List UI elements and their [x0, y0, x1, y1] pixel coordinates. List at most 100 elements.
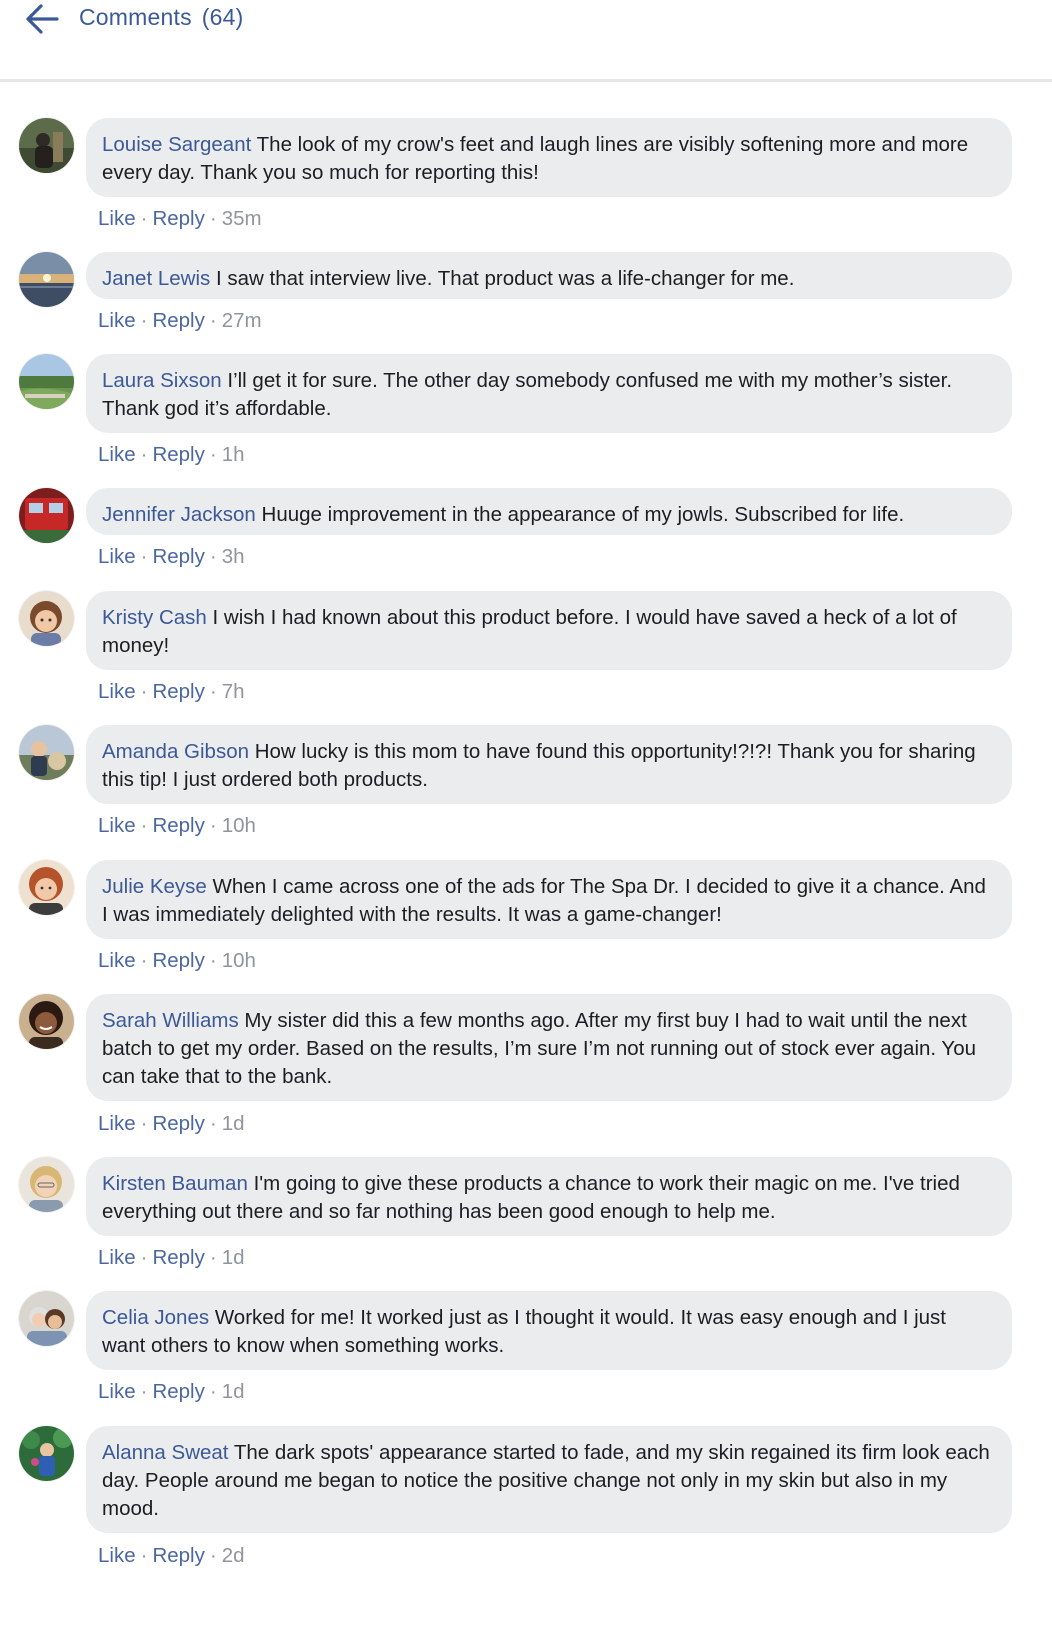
- avatar[interactable]: [19, 488, 74, 543]
- like-button[interactable]: Like: [98, 309, 136, 332]
- comment-bubble: Amanda Gibson How lucky is this mom to h…: [86, 725, 1012, 804]
- separator-dot: ·: [209, 309, 217, 332]
- separator-dot: ·: [209, 1112, 217, 1135]
- comment-actions: Like · Reply · 3h: [98, 544, 245, 570]
- comment-timestamp: 1d: [221, 1246, 245, 1269]
- like-button[interactable]: Like: [98, 1544, 136, 1567]
- arrow-left-icon[interactable]: [24, 2, 60, 36]
- like-button[interactable]: Like: [98, 207, 136, 230]
- comment-text: When I came across one of the ads for Th…: [102, 875, 986, 926]
- comment-bubble: Alanna Sweat The dark spots' appearance …: [86, 1426, 1012, 1533]
- separator-dot: ·: [140, 207, 148, 230]
- avatar[interactable]: [19, 354, 74, 409]
- avatar[interactable]: [19, 860, 74, 915]
- comment-actions: Like · Reply · 1d: [98, 1379, 245, 1405]
- like-button[interactable]: Like: [98, 814, 136, 837]
- comment-text: I’ll get it for sure. The other day some…: [102, 369, 953, 420]
- avatar[interactable]: [19, 1291, 74, 1346]
- comment-author[interactable]: Julie Keyse: [102, 875, 207, 898]
- separator-dot: ·: [140, 1246, 148, 1269]
- comment-bubble: Sarah Williams My sister did this a few …: [86, 994, 1012, 1101]
- page-title: Comments (64): [79, 4, 244, 31]
- reply-button[interactable]: Reply: [152, 443, 204, 466]
- reply-button[interactable]: Reply: [152, 814, 204, 837]
- comments-header: Comments (64): [0, 0, 1052, 82]
- reply-button[interactable]: Reply: [152, 1544, 204, 1567]
- comment-text: Huuge improvement in the appearance of m…: [261, 503, 905, 526]
- reply-button[interactable]: Reply: [152, 1380, 204, 1403]
- separator-dot: ·: [209, 680, 217, 703]
- separator-dot: ·: [140, 949, 148, 972]
- separator-dot: ·: [209, 1544, 217, 1567]
- comment-text: I wish I had known about this product be…: [102, 606, 957, 657]
- avatar[interactable]: [19, 118, 74, 173]
- reply-button[interactable]: Reply: [152, 309, 204, 332]
- comment-bubble: Laura Sixson I’ll get it for sure. The o…: [86, 354, 1012, 433]
- comment-actions: Like · Reply · 7h: [98, 679, 245, 705]
- like-button[interactable]: Like: [98, 1246, 136, 1269]
- comment-author[interactable]: Jennifer Jackson: [102, 503, 256, 526]
- like-button[interactable]: Like: [98, 443, 136, 466]
- comments-count: (64): [201, 4, 244, 30]
- comment-actions: Like · Reply · 2d: [98, 1543, 245, 1569]
- avatar[interactable]: [19, 994, 74, 1049]
- comment-timestamp: 35m: [221, 207, 262, 230]
- comment-actions: Like · Reply · 1d: [98, 1111, 245, 1137]
- comment-actions: Like · Reply · 10h: [98, 813, 256, 839]
- separator-dot: ·: [209, 949, 217, 972]
- comment-bubble: Kristy Cash I wish I had known about thi…: [86, 591, 1012, 670]
- comment-bubble: Janet Lewis I saw that interview live. T…: [86, 252, 1012, 299]
- comment-author[interactable]: Janet Lewis: [102, 267, 210, 290]
- separator-dot: ·: [140, 545, 148, 568]
- avatar[interactable]: [19, 252, 74, 307]
- like-button[interactable]: Like: [98, 545, 136, 568]
- separator-dot: ·: [140, 680, 148, 703]
- separator-dot: ·: [209, 1380, 217, 1403]
- separator-dot: ·: [209, 814, 217, 837]
- comment-timestamp: 27m: [221, 309, 262, 332]
- comments-title: Comments: [79, 4, 192, 30]
- reply-button[interactable]: Reply: [152, 1112, 204, 1135]
- reply-button[interactable]: Reply: [152, 1246, 204, 1269]
- comment-author[interactable]: Louise Sargeant: [102, 133, 251, 156]
- comment-bubble: Jennifer Jackson Huuge improvement in th…: [86, 488, 1012, 535]
- comment-author[interactable]: Kristy Cash: [102, 606, 207, 629]
- separator-dot: ·: [140, 1544, 148, 1567]
- comment-bubble: Julie Keyse When I came across one of th…: [86, 860, 1012, 939]
- comment-author[interactable]: Alanna Sweat: [102, 1441, 229, 1464]
- reply-button[interactable]: Reply: [152, 545, 204, 568]
- comment-author[interactable]: Celia Jones: [102, 1306, 209, 1329]
- reply-button[interactable]: Reply: [152, 207, 204, 230]
- avatar[interactable]: [19, 725, 74, 780]
- separator-dot: ·: [209, 545, 217, 568]
- avatar[interactable]: [19, 1157, 74, 1212]
- comment-timestamp: 7h: [221, 680, 245, 703]
- separator-dot: ·: [140, 1112, 148, 1135]
- comment-author[interactable]: Amanda Gibson: [102, 740, 249, 763]
- comment-timestamp: 2d: [221, 1544, 245, 1567]
- comment-timestamp: 1d: [221, 1380, 245, 1403]
- comment-timestamp: 1h: [221, 443, 245, 466]
- comment-actions: Like · Reply · 35m: [98, 206, 262, 232]
- comment-author[interactable]: Laura Sixson: [102, 369, 222, 392]
- comment-author[interactable]: Kirsten Bauman: [102, 1172, 248, 1195]
- reply-button[interactable]: Reply: [152, 949, 204, 972]
- comment-timestamp: 1d: [221, 1112, 245, 1135]
- comment-text: Worked for me! It worked just as I thoug…: [102, 1306, 946, 1357]
- comment-bubble: Celia Jones Worked for me! It worked jus…: [86, 1291, 1012, 1370]
- reply-button[interactable]: Reply: [152, 680, 204, 703]
- separator-dot: ·: [209, 207, 217, 230]
- separator-dot: ·: [209, 1246, 217, 1269]
- like-button[interactable]: Like: [98, 1380, 136, 1403]
- separator-dot: ·: [140, 1380, 148, 1403]
- avatar[interactable]: [19, 1426, 74, 1481]
- header-divider: [0, 79, 1052, 82]
- comment-author[interactable]: Sarah Williams: [102, 1009, 239, 1032]
- avatar[interactable]: [19, 591, 74, 646]
- comment-timestamp: 10h: [221, 949, 256, 972]
- like-button[interactable]: Like: [98, 949, 136, 972]
- separator-dot: ·: [140, 443, 148, 466]
- like-button[interactable]: Like: [98, 1112, 136, 1135]
- comment-text: I saw that interview live. That product …: [215, 267, 795, 290]
- like-button[interactable]: Like: [98, 680, 136, 703]
